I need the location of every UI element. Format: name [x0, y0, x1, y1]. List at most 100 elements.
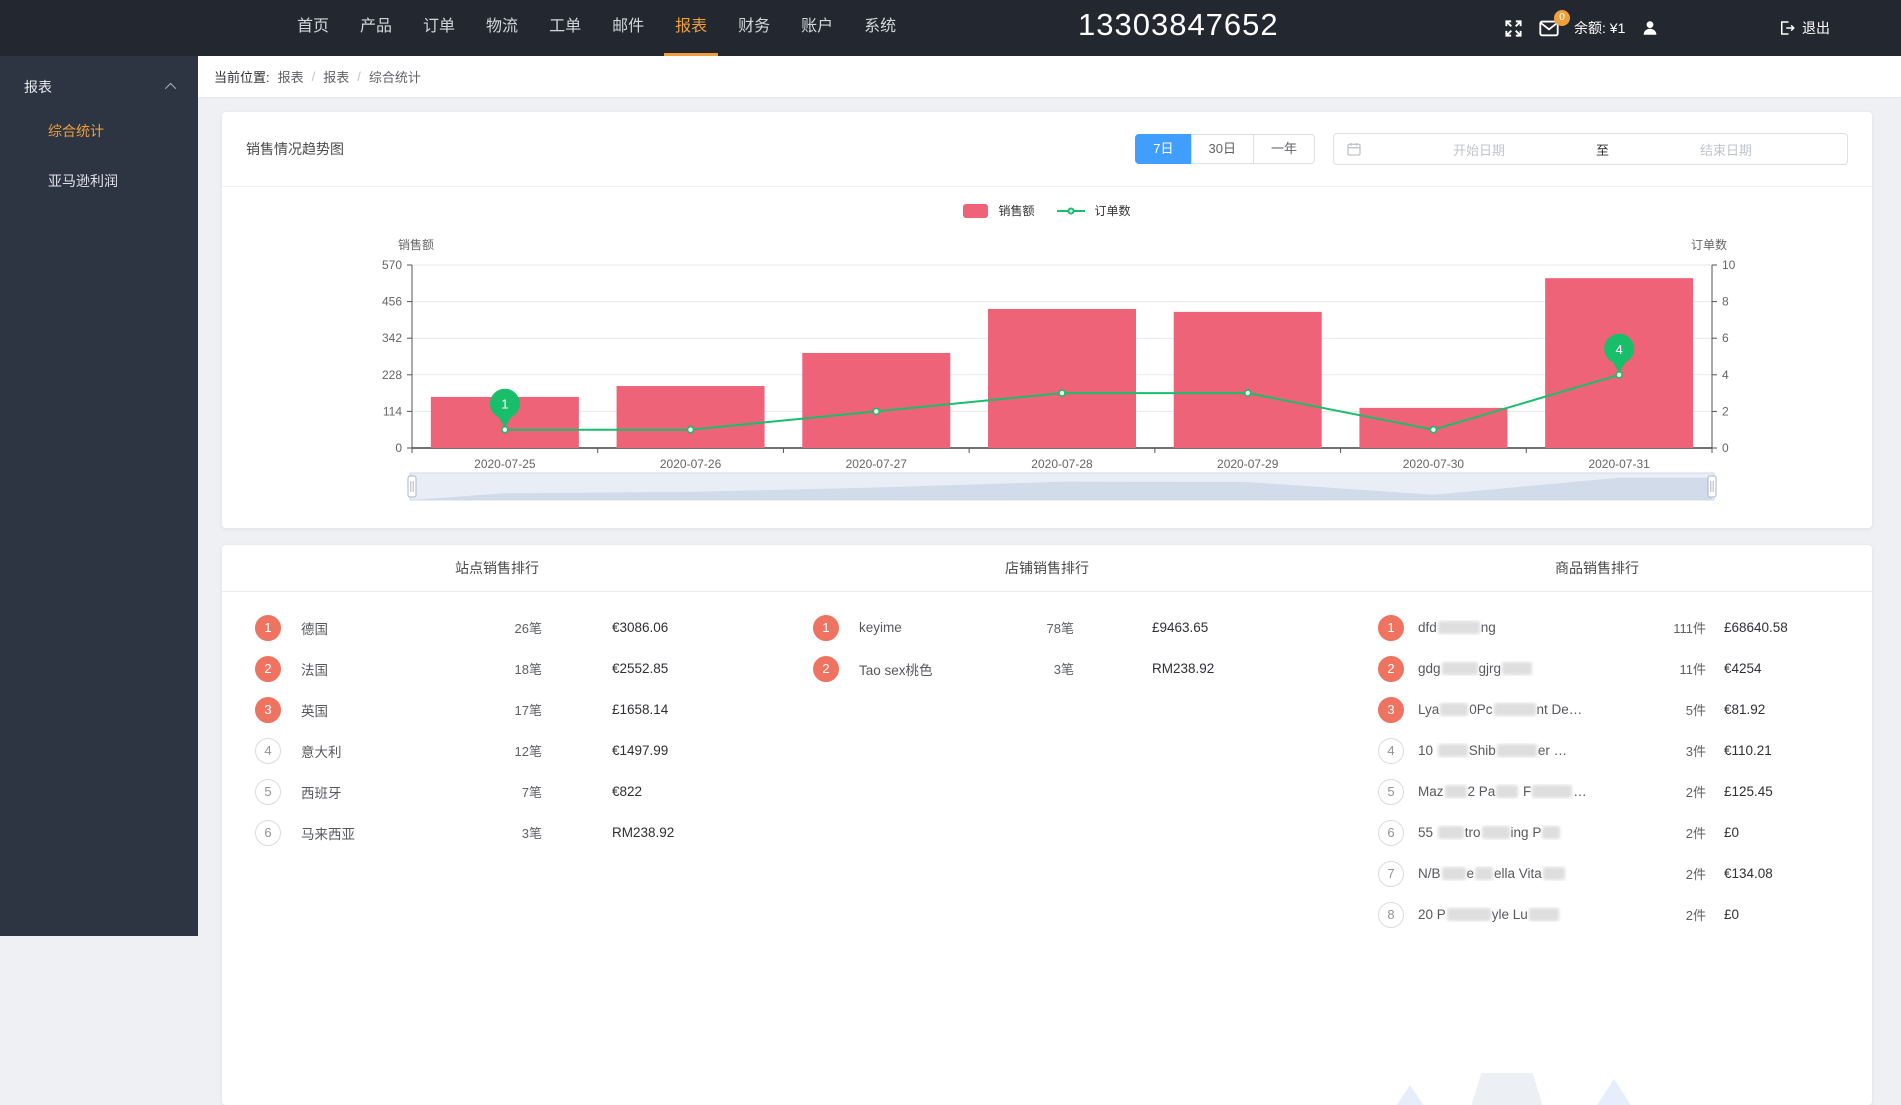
sidebar-group-reports[interactable]: 报表	[0, 56, 198, 106]
rank-item-value: €1497.99	[612, 743, 742, 758]
svg-text:342: 342	[382, 331, 402, 345]
ranking-list: 1dfdng111件£68640.582gdggjrg11件€42543Lya0…	[1322, 592, 1872, 935]
ranking-section-title: 商品销售排行	[1322, 545, 1872, 591]
redacted-text	[1475, 867, 1493, 880]
trend-chart-svg: 01142283424565700246810销售额订单数2020-07-252…	[222, 187, 1872, 522]
nav-item-邮件[interactable]: 邮件	[601, 0, 655, 56]
ranking-row: 3Lya0Pcnt De…5件€81.92	[1378, 689, 1794, 730]
svg-text:114: 114	[383, 404, 402, 418]
rank-item-name[interactable]: 20 Pyle Lu	[1418, 907, 1654, 922]
balance-label: 余额: ¥1	[1574, 18, 1625, 38]
rank-item-name[interactable]: keyime	[859, 620, 1004, 635]
svg-text:2: 2	[1722, 404, 1729, 418]
datazoom-handle[interactable]	[1708, 476, 1716, 497]
rank-item-count: 5件	[1654, 700, 1706, 719]
nav-item-报表[interactable]: 报表	[664, 0, 718, 56]
legend-line-swatch[interactable]	[1057, 210, 1085, 212]
ranking-row: 1德国26笔€3086.06	[255, 607, 742, 648]
fullscreen-icon[interactable]	[1502, 17, 1524, 39]
redacted-text	[1496, 785, 1518, 798]
rank-item-name[interactable]: 55 troing P	[1418, 825, 1654, 840]
rank-item-name[interactable]: 意大利	[301, 741, 472, 761]
rank-item-value: €822	[612, 784, 742, 799]
legend-bar-swatch[interactable]	[963, 204, 988, 218]
mail-badge: 0	[1554, 10, 1570, 26]
rank-item-name[interactable]: dfdng	[1418, 620, 1654, 635]
breadcrumb-prefix: 当前位置:	[214, 67, 270, 86]
nav-item-财务[interactable]: 财务	[727, 0, 781, 56]
logout-button[interactable]: 退出	[1778, 0, 1830, 56]
rank-item-count: 111件	[1654, 618, 1706, 637]
nav-item-物流[interactable]: 物流	[475, 0, 529, 56]
user-icon[interactable]	[1639, 17, 1661, 39]
svg-text:228: 228	[382, 368, 402, 382]
top-nav: 首页产品订单物流工单邮件报表财务账户系统	[286, 0, 907, 56]
rank-item-name[interactable]: 10 Shiber …	[1418, 743, 1654, 758]
legend-label-orders[interactable]: 订单数	[1095, 202, 1131, 219]
rank-badge: 7	[1378, 861, 1404, 887]
ranking-row: 2gdggjrg11件€4254	[1378, 648, 1794, 689]
rankings-card: 站点销售排行店铺销售排行商品销售排行 1德国26笔€3086.062法国18笔€…	[222, 545, 1872, 1105]
svg-text:570: 570	[382, 258, 402, 272]
nav-item-账户[interactable]: 账户	[790, 0, 844, 56]
ranking-row: 410 Shiber …3件€110.21	[1378, 730, 1794, 771]
rank-item-value: €4254	[1724, 661, 1794, 676]
account-phone-number: 13303847652	[1078, 7, 1279, 43]
redacted-text	[1445, 785, 1467, 798]
redacted-text	[1482, 826, 1510, 839]
redacted-text	[1438, 621, 1480, 634]
ranking-row: 4意大利12笔€1497.99	[255, 730, 742, 771]
nav-item-工单[interactable]: 工单	[538, 0, 592, 56]
ranking-row: 2法国18笔€2552.85	[255, 648, 742, 689]
rank-badge: 6	[1378, 820, 1404, 846]
sales-trend-card: 销售情况趋势图 7日30日一年 开始日期 至 结束日期 011422834245…	[222, 112, 1872, 528]
rank-item-name[interactable]: 法国	[301, 659, 472, 679]
breadcrumb-item[interactable]: 报表	[278, 67, 304, 86]
datazoom-handle[interactable]	[408, 476, 416, 497]
start-date-input[interactable]: 开始日期	[1370, 140, 1588, 159]
range-button-30日[interactable]: 30日	[1191, 134, 1254, 164]
ranking-row: 1keyime78笔£9463.65	[813, 607, 1292, 648]
rank-badge: 1	[1378, 615, 1404, 641]
nav-item-系统[interactable]: 系统	[853, 0, 907, 56]
nav-item-订单[interactable]: 订单	[412, 0, 466, 56]
rank-item-value: £9463.65	[1152, 620, 1292, 635]
rank-item-value: £0	[1724, 825, 1794, 840]
range-button-group: 7日30日一年	[1135, 134, 1315, 164]
rank-item-count: 2件	[1654, 864, 1706, 883]
rank-item-name[interactable]: 西班牙	[301, 782, 472, 802]
range-button-一年[interactable]: 一年	[1253, 134, 1315, 164]
rank-item-name[interactable]: Lya0Pcnt De…	[1418, 702, 1654, 717]
breadcrumb: 当前位置:报表/报表/综合统计	[198, 56, 1901, 97]
rank-item-count: 2件	[1654, 823, 1706, 842]
rank-item-name[interactable]: N/Beella Vita	[1418, 866, 1654, 881]
rank-item-name[interactable]: 英国	[301, 700, 472, 720]
nav-item-首页[interactable]: 首页	[286, 0, 340, 56]
rank-item-name[interactable]: Tao sex桃色	[859, 659, 1004, 679]
date-range-picker[interactable]: 开始日期 至 结束日期	[1333, 133, 1848, 165]
range-button-7日[interactable]: 7日	[1135, 134, 1191, 164]
rank-item-name[interactable]: 德国	[301, 618, 472, 638]
breadcrumb-item[interactable]: 综合统计	[369, 67, 421, 86]
rank-item-name[interactable]: Maz2 Pa F…	[1418, 784, 1654, 799]
rank-item-count: 11件	[1654, 659, 1706, 678]
top-header: 首页产品订单物流工单邮件报表财务账户系统 13303847652 0 余额: ¥…	[0, 0, 1901, 56]
rank-item-name[interactable]: 马来西亚	[301, 823, 472, 843]
ranking-row: 6 55 troing P2件 £0	[1378, 812, 1794, 853]
sidebar-item[interactable]: 综合统计	[0, 106, 198, 156]
rank-item-value: €3086.06	[612, 620, 742, 635]
ranking-section-title: 店铺销售排行	[772, 545, 1322, 591]
content: 销售情况趋势图 7日30日一年 开始日期 至 结束日期 011422834245…	[198, 97, 1901, 1105]
svg-text:8: 8	[1722, 295, 1729, 309]
end-date-input[interactable]: 结束日期	[1617, 140, 1835, 159]
legend-label-sales[interactable]: 销售额	[998, 202, 1034, 219]
svg-text:4: 4	[1616, 342, 1623, 357]
nav-item-产品[interactable]: 产品	[349, 0, 403, 56]
redacted-text	[1502, 662, 1532, 675]
sidebar-item[interactable]: 亚马逊利润	[0, 156, 198, 206]
svg-text:6: 6	[1722, 331, 1729, 345]
breadcrumb-item[interactable]: 报表	[323, 67, 349, 86]
rank-item-name[interactable]: gdggjrg	[1418, 661, 1654, 676]
rank-item-count: 2件	[1654, 782, 1706, 801]
mail-icon[interactable]: 0	[1538, 17, 1560, 39]
